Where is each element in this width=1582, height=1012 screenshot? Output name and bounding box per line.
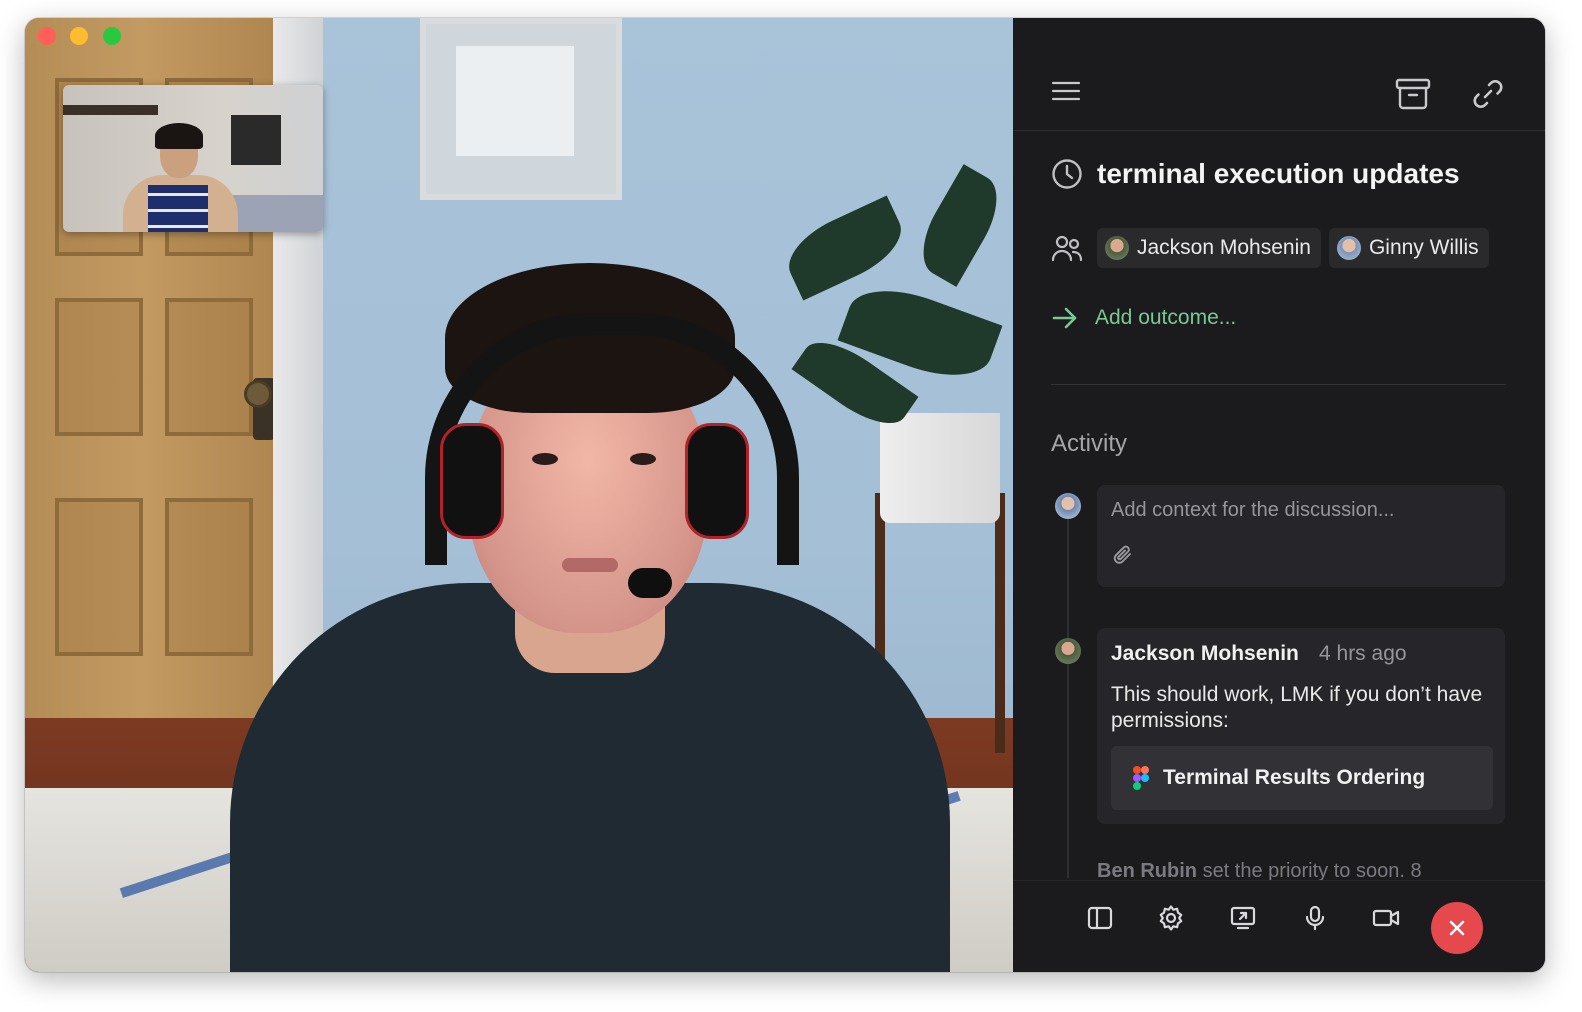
topic-header: terminal execution updates — [1051, 158, 1460, 190]
close-icon — [1449, 920, 1465, 936]
clock-icon — [1052, 159, 1082, 189]
activity-timeline — [1067, 518, 1069, 878]
context-input[interactable]: Add context for the discussion... — [1097, 485, 1505, 587]
pip-photo-board — [231, 115, 281, 165]
attachment-link[interactable]: Terminal Results Ordering — [1111, 746, 1493, 810]
participant-name: Ginny Willis — [1368, 236, 1479, 259]
archive-icon[interactable] — [1393, 74, 1433, 114]
main-video-feed — [25, 18, 1013, 972]
arrow-right-icon — [1052, 307, 1077, 329]
figma-icon — [1133, 766, 1149, 790]
context-input-placeholder: Add context for the discussion... — [1111, 499, 1395, 521]
discussion-panel: terminal execution updates Jackson Mohse… — [1013, 18, 1545, 972]
event-time: 8 — [1410, 860, 1422, 882]
window-minimize-button[interactable] — [70, 27, 88, 45]
wall-frame — [420, 18, 622, 200]
door-panel — [55, 298, 143, 436]
attachment-label: Terminal Results Ordering — [1163, 766, 1426, 789]
window-close-button[interactable] — [38, 27, 56, 45]
comment-timestamp: 4 hrs ago — [1319, 642, 1407, 665]
participant-figure — [230, 253, 950, 972]
window-zoom-button[interactable] — [103, 27, 121, 45]
participant-name: Jackson Mohsenin — [1137, 236, 1311, 259]
event-author[interactable]: Ben Rubin — [1097, 860, 1197, 882]
camera-icon[interactable] — [1371, 903, 1401, 933]
avatar — [1105, 236, 1129, 260]
menu-icon[interactable] — [1051, 74, 1081, 108]
headset-mic — [628, 568, 672, 598]
participants-row: Jackson Mohsenin Ginny Willis — [1051, 228, 1489, 268]
share-screen-icon[interactable] — [1228, 903, 1258, 933]
comment-card: Jackson Mohsenin 4 hrs ago This should w… — [1097, 628, 1505, 824]
panel-topbar — [1013, 18, 1545, 131]
add-outcome-label: Add outcome... — [1095, 306, 1237, 329]
paperclip-icon[interactable] — [1111, 543, 1135, 567]
pip-person-shirt — [148, 185, 208, 232]
headset-ear-right — [685, 423, 749, 539]
add-outcome-button[interactable]: Add outcome... — [1051, 306, 1236, 330]
activity-heading: Activity — [1051, 430, 1128, 457]
end-call-button[interactable] — [1431, 902, 1483, 954]
avatar — [1336, 236, 1361, 260]
people-icon — [1051, 235, 1083, 262]
participant-chip[interactable]: Ginny Willis — [1328, 228, 1489, 268]
pip-person-hair — [155, 123, 203, 149]
avatar — [1055, 493, 1081, 519]
section-divider — [1051, 384, 1506, 385]
headset-ear-left — [440, 423, 504, 539]
avatar — [1055, 638, 1081, 664]
sidebar-icon[interactable] — [1085, 903, 1115, 933]
link-icon[interactable] — [1468, 74, 1508, 114]
event-text: set the priority to soon. — [1202, 860, 1405, 882]
call-window: terminal execution updates Jackson Mohse… — [25, 18, 1545, 972]
comment-author[interactable]: Jackson Mohsenin — [1111, 642, 1299, 666]
door-panel — [55, 498, 143, 656]
pip-shelf — [63, 105, 158, 115]
self-view-video[interactable] — [63, 85, 323, 232]
topic-title[interactable]: terminal execution updates — [1097, 158, 1460, 190]
microphone-icon[interactable] — [1300, 903, 1330, 933]
participant-chip[interactable]: Jackson Mohsenin — [1097, 228, 1321, 268]
activity-event: Ben Rubin set the priority to soon. 8 — [1097, 860, 1517, 882]
gear-icon[interactable] — [1156, 903, 1186, 933]
wall-frame-art — [456, 46, 574, 156]
comment-text: This should work, LMK if you don’t have … — [1111, 683, 1483, 732]
